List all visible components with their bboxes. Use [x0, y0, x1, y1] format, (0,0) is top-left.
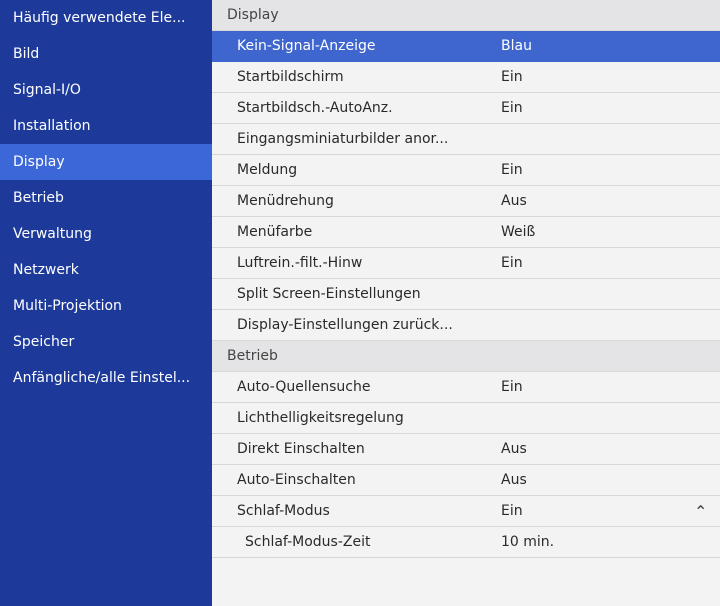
setting-row-auto-quellensuche[interactable]: Auto-Quellensuche Ein: [212, 372, 720, 403]
setting-row-startbildsch-autoanz[interactable]: Startbildsch.-AutoAnz. Ein: [212, 93, 720, 124]
setting-label: Luftrein.-filt.-Hinw: [237, 255, 363, 271]
setting-label: Startbildsch.-AutoAnz.: [237, 100, 393, 116]
setting-label: Direkt Einschalten: [237, 441, 365, 457]
setting-row-menuefarbe[interactable]: Menüfarbe Weiß: [212, 217, 720, 248]
setting-label: Split Screen-Einstellungen: [237, 286, 421, 302]
settings-panel: Display Kein-Signal-Anzeige Blau Startbi…: [212, 0, 720, 606]
setting-label: Schlaf-Modus-Zeit: [245, 534, 371, 550]
setting-value: 10 min.: [501, 534, 555, 550]
setting-label: Menüfarbe: [237, 224, 313, 240]
sidebar-item-installation[interactable]: Installation: [0, 108, 212, 144]
setting-label: Display-Einstellungen zurück...: [237, 317, 453, 333]
setting-label: Eingangsminiaturbilder anor...: [237, 131, 449, 147]
section-header-display: Display: [212, 0, 720, 31]
sidebar-item-signal-io[interactable]: Signal-I/O: [0, 72, 212, 108]
sidebar-item-verwaltung[interactable]: Verwaltung: [0, 216, 212, 252]
section-title: Display: [227, 7, 279, 23]
setting-value: Weiß: [501, 224, 536, 240]
chevron-up-icon[interactable]: ⌃: [694, 502, 707, 521]
setting-value: Ein: [501, 162, 523, 178]
sidebar-item-display[interactable]: Display: [0, 144, 212, 180]
setting-label: Lichthelligkeitsregelung: [237, 410, 404, 426]
setting-row-display-reset[interactable]: Display-Einstellungen zurück...: [212, 310, 720, 341]
sidebar-menu: Häufig verwendete Ele... Bild Signal-I/O…: [0, 0, 212, 606]
section-title: Betrieb: [227, 348, 278, 364]
setting-row-split-screen[interactable]: Split Screen-Einstellungen: [212, 279, 720, 310]
setting-value: Ein: [501, 503, 523, 519]
projector-menu-screen: Häufig verwendete Ele... Bild Signal-I/O…: [0, 0, 720, 606]
setting-value: Ein: [501, 69, 523, 85]
setting-label: Schlaf-Modus: [237, 503, 330, 519]
sidebar-item-multi-projektion[interactable]: Multi-Projektion: [0, 288, 212, 324]
sidebar-item-netzwerk[interactable]: Netzwerk: [0, 252, 212, 288]
setting-value: Aus: [501, 441, 527, 457]
sidebar-item-anfaengliche-einstellungen[interactable]: Anfängliche/alle Einstel...: [0, 360, 212, 396]
sidebar-item-betrieb[interactable]: Betrieb: [0, 180, 212, 216]
setting-value: Aus: [501, 193, 527, 209]
setting-row-lichthelligkeitsregelung[interactable]: Lichthelligkeitsregelung: [212, 403, 720, 434]
setting-label: Kein-Signal-Anzeige: [237, 38, 376, 54]
setting-row-direkt-einschalten[interactable]: Direkt Einschalten Aus: [212, 434, 720, 465]
sidebar-item-bild[interactable]: Bild: [0, 36, 212, 72]
setting-row-meldung[interactable]: Meldung Ein: [212, 155, 720, 186]
sidebar-item-speicher[interactable]: Speicher: [0, 324, 212, 360]
sidebar-item-frequently-used[interactable]: Häufig verwendete Ele...: [0, 0, 212, 36]
setting-label: Auto-Quellensuche: [237, 379, 371, 395]
setting-row-kein-signal-anzeige[interactable]: Kein-Signal-Anzeige Blau: [212, 31, 720, 62]
setting-value: Ein: [501, 100, 523, 116]
setting-row-auto-einschalten[interactable]: Auto-Einschalten Aus: [212, 465, 720, 496]
section-header-betrieb: Betrieb: [212, 341, 720, 372]
setting-label: Meldung: [237, 162, 298, 178]
setting-label: Auto-Einschalten: [237, 472, 356, 488]
setting-row-schlaf-modus-zeit[interactable]: Schlaf-Modus-Zeit 10 min.: [212, 527, 720, 558]
setting-row-menuedrehung[interactable]: Menüdrehung Aus: [212, 186, 720, 217]
setting-row-schlaf-modus[interactable]: Schlaf-Modus Ein ⌃: [212, 496, 720, 527]
setting-row-eingangsminiaturbilder[interactable]: Eingangsminiaturbilder anor...: [212, 124, 720, 155]
setting-label: Startbildschirm: [237, 69, 344, 85]
setting-value: Aus: [501, 472, 527, 488]
setting-row-luftrein-filt-hinw[interactable]: Luftrein.-filt.-Hinw Ein: [212, 248, 720, 279]
setting-value: Ein: [501, 255, 523, 271]
setting-value: Ein: [501, 379, 523, 395]
setting-value: Blau: [501, 38, 532, 54]
setting-row-startbildschirm[interactable]: Startbildschirm Ein: [212, 62, 720, 93]
setting-label: Menüdrehung: [237, 193, 334, 209]
